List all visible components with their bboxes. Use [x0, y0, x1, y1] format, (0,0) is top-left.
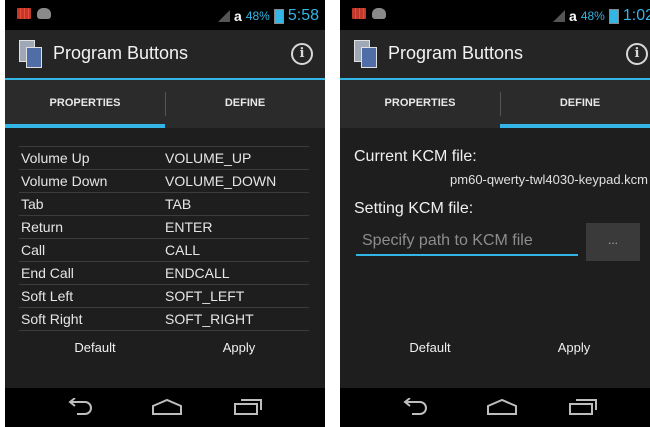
tab-properties[interactable]: PROPERTIES	[5, 80, 165, 128]
key-name: Volume Down	[21, 173, 108, 189]
key-code: CALL	[165, 242, 201, 258]
recents-nav-icon[interactable]	[568, 398, 598, 416]
key-name: Tab	[21, 196, 44, 212]
tab-define[interactable]: DEFINE	[500, 80, 650, 128]
battery-percent: 48%	[580, 9, 605, 23]
clock: 5:58	[287, 7, 319, 24]
default-button[interactable]: Default	[25, 340, 165, 355]
app-title: Program Buttons	[53, 43, 189, 63]
signal-icon	[553, 10, 566, 22]
current-kcm-path: pm60-qwerty-twl4030-keypad.kcm	[450, 172, 648, 187]
status-bar: a 48% 1:02	[340, 0, 650, 30]
key-name: Soft Left	[21, 288, 74, 304]
key-name: Return	[21, 219, 64, 235]
key-code: ENTER	[165, 219, 213, 235]
navigation-bar	[340, 388, 650, 427]
tab-define[interactable]: DEFINE	[165, 80, 325, 128]
notification-android-icon	[372, 8, 386, 19]
key-code: SOFT_LEFT	[165, 288, 245, 304]
list-item[interactable]: Volume Up VOLUME_UP	[19, 147, 309, 170]
key-mapping-list: Volume Up VOLUME_UP Volume Down VOLUME_DOW…	[19, 146, 309, 331]
list-item[interactable]: End Call ENDCALL	[19, 262, 309, 285]
kcm-path-input[interactable]: Specify path to KCM file	[356, 226, 578, 256]
tab-properties[interactable]: PROPERTIES	[340, 80, 500, 128]
battery-icon	[608, 8, 619, 24]
key-code: VOLUME_DOWN	[165, 173, 277, 189]
tab-bar: PROPERTIES DEFINE	[5, 80, 325, 128]
clock: 1:02	[622, 7, 650, 24]
list-item[interactable]: Volume Down VOLUME_DOWN	[19, 170, 309, 193]
key-code: VOLUME_UP	[165, 150, 252, 166]
current-kcm-label: Current KCM file:	[354, 148, 477, 165]
list-item[interactable]: Soft Left SOFT_LEFT	[19, 285, 309, 308]
action-bar: Program Buttons i	[5, 30, 325, 80]
navigation-bar	[5, 388, 325, 427]
notification-flag-icon	[17, 8, 31, 19]
app-icon	[19, 40, 42, 68]
list-item[interactable]: Tab TAB	[19, 193, 309, 216]
info-icon[interactable]: i	[626, 43, 648, 65]
action-bar: Program Buttons i	[340, 30, 650, 80]
button-row: Default Apply	[340, 340, 650, 366]
key-code: TAB	[165, 196, 192, 212]
key-code: ENDCALL	[165, 265, 230, 281]
recents-nav-icon[interactable]	[233, 398, 263, 416]
notification-flag-icon	[352, 8, 366, 19]
key-name: End Call	[21, 265, 74, 281]
info-icon[interactable]: i	[291, 43, 313, 65]
phone-screen-define: a 48% 1:02 Program Buttons i PROPERTIES …	[340, 0, 650, 427]
list-item[interactable]: Return ENTER	[19, 216, 309, 239]
tab-bar: PROPERTIES DEFINE	[340, 80, 650, 128]
key-code: SOFT_RIGHT	[165, 311, 254, 327]
default-button[interactable]: Default	[360, 340, 500, 355]
apply-button[interactable]: Apply	[169, 340, 309, 355]
battery-icon	[273, 8, 284, 24]
carrier-icon: a	[234, 8, 242, 24]
battery-percent: 48%	[245, 9, 270, 23]
properties-panel: Volume Up VOLUME_UP Volume Down VOLUME_DOW…	[5, 128, 325, 388]
home-nav-icon[interactable]	[486, 398, 518, 416]
key-name: Volume Up	[21, 150, 90, 166]
home-nav-icon[interactable]	[151, 398, 183, 416]
signal-icon	[218, 10, 231, 22]
notification-android-icon	[37, 8, 51, 19]
app-title: Program Buttons	[388, 43, 524, 63]
list-item[interactable]: Soft Right SOFT_RIGHT	[19, 308, 309, 331]
list-item[interactable]: Call CALL	[19, 239, 309, 262]
back-nav-icon[interactable]	[67, 398, 95, 416]
app-icon	[354, 40, 377, 68]
back-nav-icon[interactable]	[402, 398, 430, 416]
status-bar: a 48% 5:58	[5, 0, 325, 30]
button-row: Default Apply	[5, 340, 325, 366]
setting-kcm-label: Setting KCM file:	[354, 200, 474, 217]
key-name: Soft Right	[21, 311, 83, 327]
key-name: Call	[21, 242, 46, 258]
define-panel: Current KCM file: pm60-qwerty-twl4030-ke…	[340, 128, 650, 388]
apply-button[interactable]: Apply	[504, 340, 644, 355]
phone-screen-properties: a 48% 5:58 Program Buttons i PROPERTIES …	[5, 0, 325, 427]
carrier-icon: a	[569, 8, 577, 24]
browse-button[interactable]: ...	[586, 223, 640, 261]
